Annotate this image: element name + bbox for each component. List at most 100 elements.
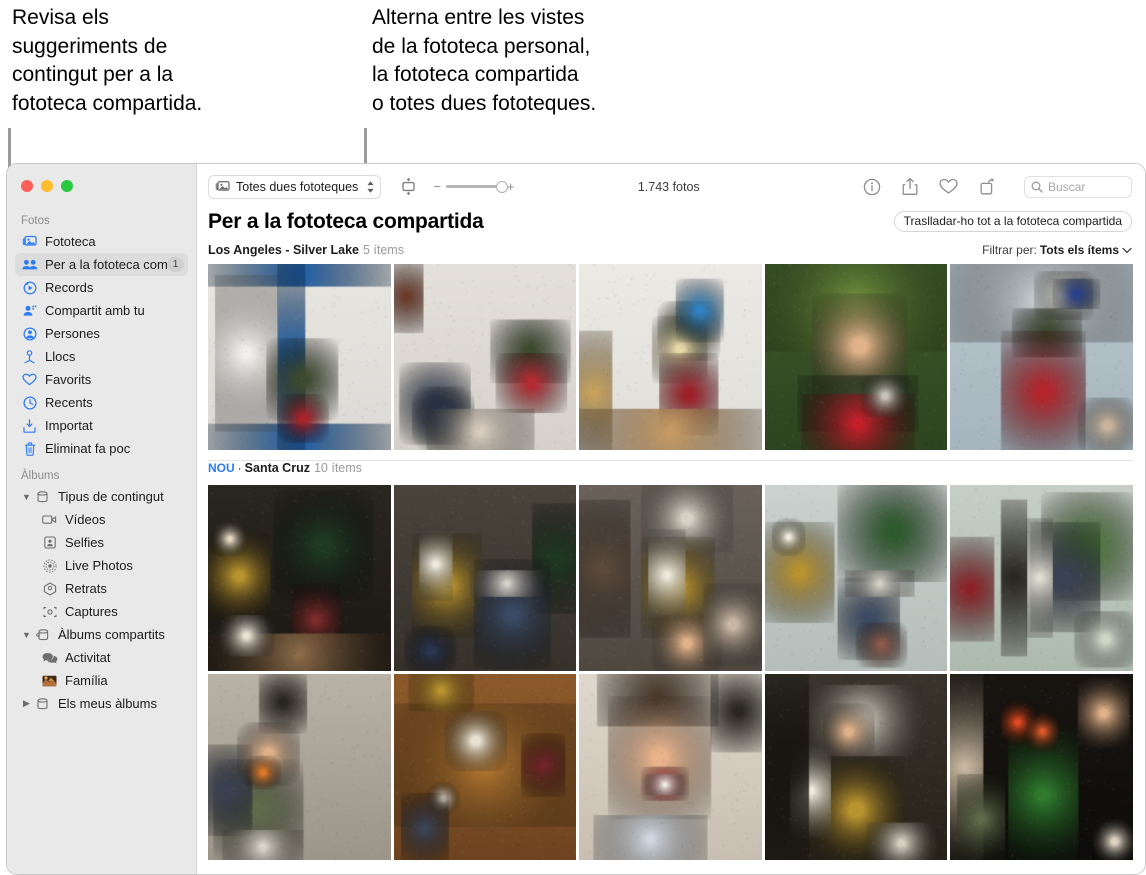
sidebar-item-videos[interactable]: Vídeos: [15, 508, 188, 531]
search-box[interactable]: Buscar: [1024, 176, 1132, 198]
chevron-right-icon[interactable]: ▶: [21, 698, 32, 709]
rotate-icon[interactable]: [979, 178, 997, 196]
sidebar-item-label: Eliminat fa poc: [45, 441, 130, 456]
toolbar-right-group: Buscar: [863, 176, 1132, 198]
group-title: Los Angeles - Silver Lake: [208, 243, 359, 257]
folder-icon: [34, 696, 51, 711]
sidebar-item-llocs[interactable]: Llocs: [15, 345, 188, 368]
video-icon: [41, 512, 58, 527]
filter-by-value: Tots els ítems: [1040, 243, 1119, 257]
photo-cell[interactable]: [579, 264, 762, 450]
sidebar-item-familia[interactable]: Família: [15, 669, 188, 692]
callout-left-text: Revisa els suggeriments de contingut per…: [12, 4, 342, 118]
filter-by-control[interactable]: Filtrar per: Tots els ítems: [982, 243, 1132, 257]
photo-cell[interactable]: [208, 264, 391, 450]
group-count: 5 ítems: [363, 243, 404, 257]
places-pin-icon: [21, 349, 38, 364]
trash-icon: [21, 441, 38, 456]
photo-row: [197, 485, 1145, 671]
info-icon[interactable]: [863, 178, 881, 196]
chevron-down-icon[interactable]: [1122, 247, 1132, 254]
photo-cell[interactable]: [579, 485, 762, 671]
heart-icon: [21, 372, 38, 387]
photo-grid-scroll[interactable]: NOU · Santa Cruz 10 ítems: [197, 264, 1145, 874]
sidebar-item-compartit-amb-tu[interactable]: Compartit amb tu: [15, 299, 188, 322]
group-header-row-2: NOU · Santa Cruz 10 ítems: [197, 461, 1145, 485]
zoom-slider-knob[interactable]: [496, 181, 508, 193]
memories-icon: [21, 280, 38, 295]
sidebar-item-activitat[interactable]: Activitat: [15, 646, 188, 669]
chevron-down-icon[interactable]: ▼: [21, 492, 32, 502]
callout-right-text: Alterna entre les vistes de la fototeca …: [372, 4, 702, 118]
sidebar-item-tipus-de-contingut[interactable]: ▼ Tipus de contingut: [15, 485, 188, 508]
sidebar-item-recents[interactable]: Recents: [15, 391, 188, 414]
family-album-thumb: [41, 673, 58, 688]
sidebar-item-label: Records: [45, 280, 93, 295]
chevron-up-down-icon[interactable]: [366, 180, 375, 194]
photo-cell[interactable]: [208, 674, 391, 860]
sidebar-item-label: Família: [65, 673, 108, 688]
sidebar-item-albums-compartits[interactable]: ▼ Àlbums compartits: [15, 623, 188, 646]
sidebar-item-label: Favorits: [45, 372, 91, 387]
sidebar-item-persones[interactable]: Persones: [15, 322, 188, 345]
photo-cell[interactable]: [765, 485, 948, 671]
activity-icon: [41, 650, 58, 665]
sidebar-item-label: Els meus àlbums: [58, 696, 157, 711]
sidebar-item-label: Tipus de contingut: [58, 489, 164, 504]
sidebar-section-fotos-label: Fotos: [7, 208, 196, 230]
photo-cell[interactable]: [950, 674, 1133, 860]
group-title: Santa Cruz: [245, 461, 310, 475]
page-title: Per a la fototeca compartida: [208, 209, 484, 235]
screenshot-icon: [41, 604, 58, 619]
toolbar: Totes dues fototeques − + 1.743 fotos Bu…: [197, 164, 1145, 209]
photo-cell[interactable]: [208, 485, 391, 671]
page-header-row: Per a la fototeca compartida Traslladar-…: [197, 209, 1145, 243]
sidebar-item-live-photos[interactable]: Live Photos: [15, 554, 188, 577]
group-header-row-1: Los Angeles - Silver Lake 5 ítems Filtra…: [197, 243, 1145, 264]
photo-cell[interactable]: [765, 264, 948, 450]
photo-cell[interactable]: [950, 264, 1133, 450]
sidebar-item-selfies[interactable]: Selfies: [15, 531, 188, 554]
sidebar-item-retrats[interactable]: Retrats: [15, 577, 188, 600]
photos-library-icon: [21, 234, 38, 249]
sidebar-item-label: Vídeos: [65, 512, 105, 527]
sidebar-item-captures[interactable]: Captures: [15, 600, 188, 623]
sidebar-item-eliminat-fa-poc[interactable]: Eliminat fa poc: [15, 437, 188, 460]
sidebar-item-els-meus-albums[interactable]: ▶ Els meus àlbums: [15, 692, 188, 715]
photo-cell[interactable]: [579, 674, 762, 860]
sidebar-item-per-a-la-fototeca-compartida[interactable]: Per a la fototeca comp... 1: [15, 253, 188, 276]
photo-cell[interactable]: [394, 674, 577, 860]
minimize-button[interactable]: [41, 180, 53, 192]
sidebar-item-label: Àlbums compartits: [58, 627, 165, 642]
sidebar-item-importat[interactable]: Importat: [15, 414, 188, 437]
photo-cell[interactable]: [394, 264, 577, 450]
move-all-to-shared-library-button[interactable]: Traslladar-ho tot a la fototeca comparti…: [894, 211, 1132, 232]
new-badge: NOU: [208, 461, 235, 475]
sidebar-item-favorits[interactable]: Favorits: [15, 368, 188, 391]
share-icon[interactable]: [902, 177, 918, 196]
zoom-button[interactable]: [61, 180, 73, 192]
sidebar-item-label: Activitat: [65, 650, 111, 665]
selfie-icon: [41, 535, 58, 550]
photo-row: [197, 264, 1145, 450]
chevron-down-icon[interactable]: ▼: [21, 630, 32, 640]
import-icon: [21, 418, 38, 433]
sidebar-item-fototeca[interactable]: Fototeca: [15, 230, 188, 253]
sidebar-section-albums-label: Àlbums: [7, 460, 196, 485]
sidebar-item-badge: 1: [167, 257, 184, 272]
aspect-ratio-icon[interactable]: [399, 177, 418, 196]
live-photo-icon: [41, 558, 58, 573]
photo-cell[interactable]: [950, 485, 1133, 671]
zoom-out-label[interactable]: −: [433, 179, 441, 194]
zoom-slider[interactable]: [446, 185, 502, 188]
photo-cell[interactable]: [765, 674, 948, 860]
heart-icon[interactable]: [939, 178, 958, 195]
search-input[interactable]: Buscar: [1048, 180, 1085, 194]
library-selector[interactable]: Totes dues fototeques: [208, 175, 381, 199]
sidebar-item-label: Importat: [45, 418, 93, 433]
sidebar-item-records[interactable]: Records: [15, 276, 188, 299]
group-count: 10 ítems: [314, 461, 362, 475]
photo-cell[interactable]: [394, 485, 577, 671]
close-button[interactable]: [21, 180, 33, 192]
sidebar-item-label: Persones: [45, 326, 100, 341]
